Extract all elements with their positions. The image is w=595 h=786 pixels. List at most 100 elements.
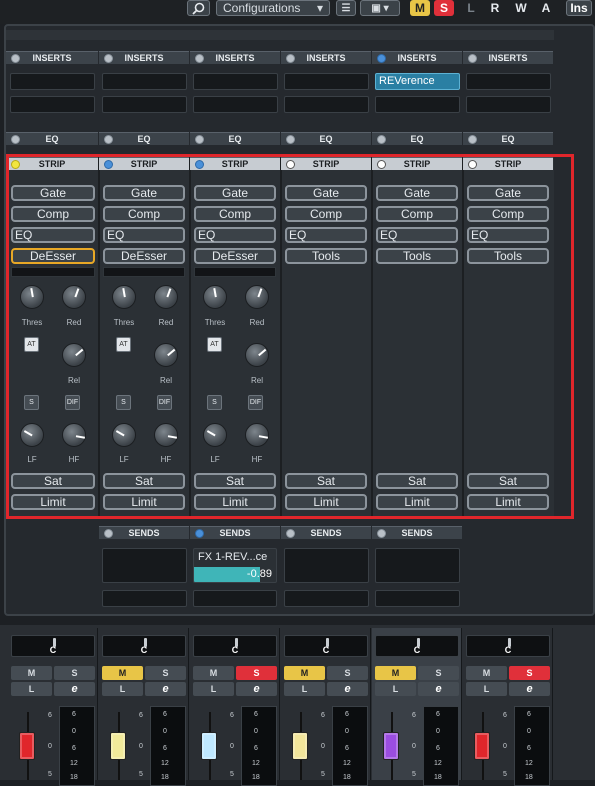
layout-dropdown[interactable]: ▣ ▾: [360, 0, 400, 16]
insert-slot[interactable]: [284, 96, 369, 113]
send-slot[interactable]: [284, 590, 369, 607]
volume-fader[interactable]: [474, 732, 490, 760]
solo-button[interactable]: S: [509, 666, 550, 680]
sends-bypass-dot[interactable]: [286, 529, 295, 538]
edit-channel-button[interactable]: e: [418, 682, 459, 696]
write-button[interactable]: W: [511, 0, 531, 16]
inserts-toggle-button[interactable]: Ins: [566, 0, 592, 16]
solo-button[interactable]: S: [327, 666, 368, 680]
eq-header-5[interactable]: EQ: [372, 132, 462, 145]
eq-header-1[interactable]: EQ: [6, 132, 98, 145]
sends-header-2[interactable]: SENDS: [99, 526, 189, 539]
eq-header-4[interactable]: EQ: [281, 132, 371, 145]
configurations-dropdown[interactable]: Configurations ▾: [216, 0, 330, 16]
solo-button[interactable]: S: [418, 666, 459, 680]
listen-button[interactable]: L: [193, 682, 234, 696]
inserts-bypass-dot[interactable]: [195, 54, 204, 63]
listen-button[interactable]: L: [11, 682, 52, 696]
pan-display[interactable]: C: [466, 635, 550, 657]
insert-slot[interactable]: [193, 96, 278, 113]
automation-button[interactable]: A: [537, 0, 555, 16]
eq-header-6[interactable]: EQ: [463, 132, 553, 145]
listen-button[interactable]: L: [462, 0, 480, 16]
inserts-header-1[interactable]: INSERTS: [6, 51, 98, 64]
inserts-bypass-dot[interactable]: [286, 54, 295, 63]
sends-header-3[interactable]: SENDS: [190, 526, 280, 539]
send-slot-fx1[interactable]: FX 1-REV...ce -0.89: [193, 548, 277, 583]
solo-button[interactable]: S: [145, 666, 186, 680]
insert-slot[interactable]: [10, 73, 95, 90]
fader-scale-5: 5: [230, 771, 234, 778]
sends-bypass-dot[interactable]: [377, 529, 386, 538]
insert-slot-reverence[interactable]: REVerence: [375, 73, 460, 90]
mute-button[interactable]: M: [375, 666, 416, 680]
pan-display[interactable]: C: [193, 635, 277, 657]
volume-fader[interactable]: [292, 732, 308, 760]
mute-button[interactable]: M: [102, 666, 143, 680]
listen-button[interactable]: L: [284, 682, 325, 696]
inserts-bypass-dot[interactable]: [11, 54, 20, 63]
sends-bypass-dot[interactable]: [195, 529, 204, 538]
sends-header-4[interactable]: SENDS: [281, 526, 371, 539]
eq-header-2[interactable]: EQ: [99, 132, 189, 145]
sends-header-5[interactable]: SENDS: [372, 526, 462, 539]
inserts-header-6[interactable]: INSERTS: [463, 51, 553, 64]
mute-button[interactable]: M: [284, 666, 325, 680]
eq-bypass-dot[interactable]: [468, 135, 477, 144]
pan-display[interactable]: C: [375, 635, 459, 657]
solo-button[interactable]: S: [236, 666, 277, 680]
inserts-header-4[interactable]: INSERTS: [281, 51, 371, 64]
send-slot[interactable]: [375, 590, 460, 607]
eq-bypass-dot[interactable]: [195, 135, 204, 144]
send-slot[interactable]: [102, 590, 187, 607]
inserts-header-3[interactable]: INSERTS: [190, 51, 280, 64]
send-slot[interactable]: [375, 548, 460, 583]
insert-slot[interactable]: [193, 73, 278, 90]
volume-fader[interactable]: [19, 732, 35, 760]
pan-display[interactable]: C: [284, 635, 368, 657]
edit-channel-button[interactable]: e: [509, 682, 550, 696]
send-slot[interactable]: [193, 590, 277, 607]
insert-slot[interactable]: [102, 96, 187, 113]
edit-channel-button[interactable]: e: [327, 682, 368, 696]
inserts-bypass-dot[interactable]: [104, 54, 113, 63]
insert-slot[interactable]: [466, 96, 551, 113]
insert-slot[interactable]: [375, 96, 460, 113]
sends-bypass-dot[interactable]: [104, 529, 113, 538]
mute-button[interactable]: M: [193, 666, 234, 680]
send-slot[interactable]: [284, 548, 369, 583]
listen-button[interactable]: L: [102, 682, 143, 696]
mute-button[interactable]: M: [11, 666, 52, 680]
eq-bypass-dot[interactable]: [11, 135, 20, 144]
eq-bypass-dot[interactable]: [377, 135, 386, 144]
inserts-bypass-dot[interactable]: [377, 54, 386, 63]
eq-header-3[interactable]: EQ: [190, 132, 280, 145]
pan-display[interactable]: C: [11, 635, 95, 657]
edit-channel-button[interactable]: e: [236, 682, 277, 696]
inserts-header-5[interactable]: INSERTS: [372, 51, 462, 64]
list-view-button[interactable]: ☰: [336, 0, 356, 16]
insert-slot[interactable]: [10, 96, 95, 113]
global-mute-button[interactable]: M: [410, 0, 430, 16]
listen-button[interactable]: L: [375, 682, 416, 696]
edit-channel-button[interactable]: e: [54, 682, 95, 696]
insert-slot[interactable]: [102, 73, 187, 90]
mute-button[interactable]: M: [466, 666, 507, 680]
volume-fader[interactable]: [383, 732, 399, 760]
global-solo-button[interactable]: S: [434, 0, 454, 16]
eq-bypass-dot[interactable]: [104, 135, 113, 144]
solo-button[interactable]: S: [54, 666, 95, 680]
edit-channel-button[interactable]: e: [145, 682, 186, 696]
search-button[interactable]: [187, 0, 210, 16]
pan-display[interactable]: C: [102, 635, 186, 657]
eq-bypass-dot[interactable]: [286, 135, 295, 144]
insert-slot[interactable]: [284, 73, 369, 90]
inserts-bypass-dot[interactable]: [468, 54, 477, 63]
insert-slot[interactable]: [466, 73, 551, 90]
send-slot[interactable]: [102, 548, 187, 583]
read-button[interactable]: R: [486, 0, 504, 16]
listen-button[interactable]: L: [466, 682, 507, 696]
volume-fader[interactable]: [110, 732, 126, 760]
volume-fader[interactable]: [201, 732, 217, 760]
inserts-header-2[interactable]: INSERTS: [99, 51, 189, 64]
